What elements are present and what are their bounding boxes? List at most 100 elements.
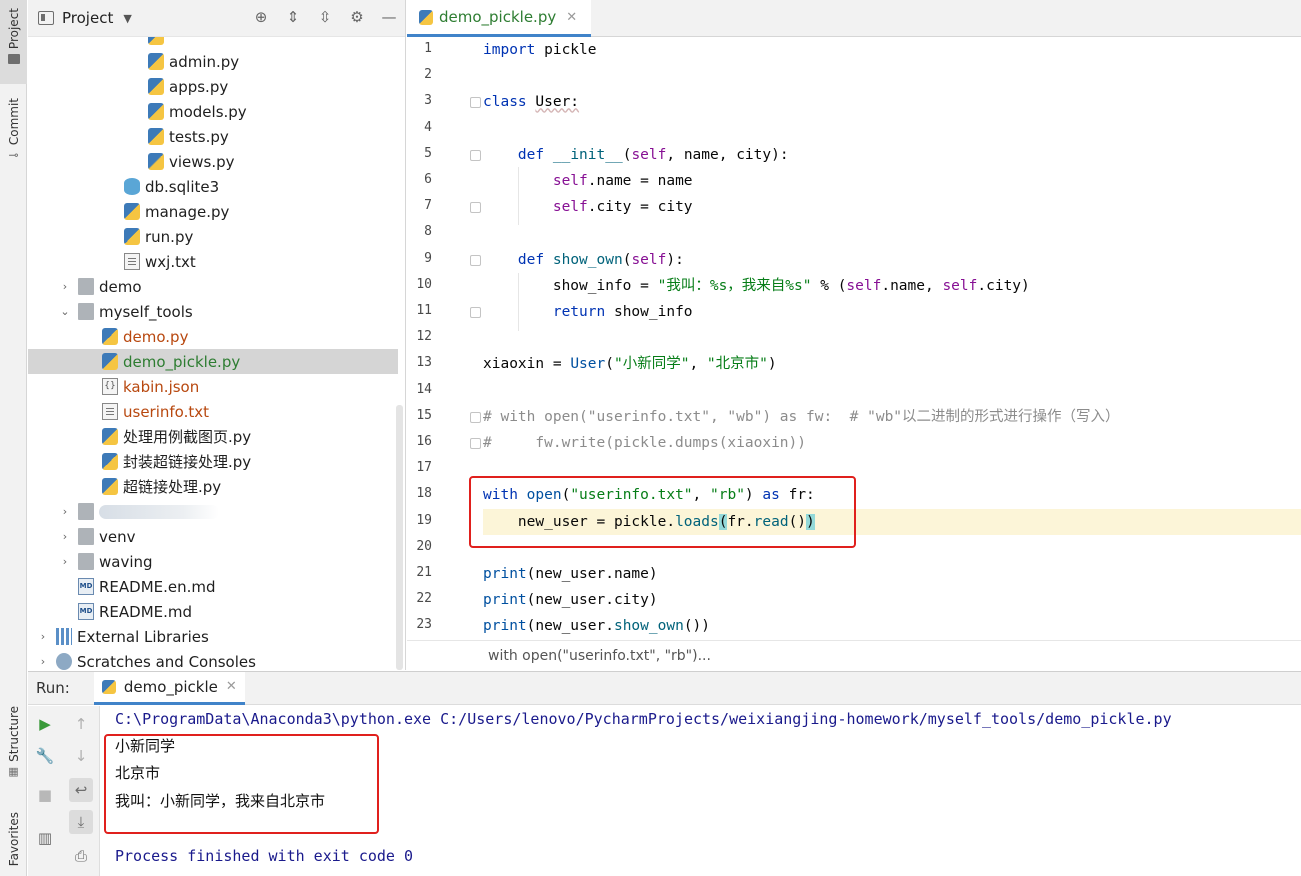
- code-line[interactable]: import pickle: [483, 37, 1301, 63]
- wrench-icon[interactable]: 🔧: [33, 744, 57, 768]
- tree-item[interactable]: apps.py: [28, 74, 398, 99]
- commit-tool-label: Commit: [6, 98, 21, 146]
- code-line[interactable]: print(new_user.city): [483, 587, 1301, 613]
- tree-item[interactable]: {} kabin.json: [28, 374, 398, 399]
- code-line[interactable]: self.name = name: [483, 168, 1301, 194]
- collapse-all-icon[interactable]: ⇳: [316, 8, 334, 26]
- code-area[interactable]: import pickle class User: def __init__(se…: [483, 37, 1301, 637]
- json-file-icon: {}: [102, 378, 118, 395]
- rerun-icon[interactable]: ▶: [33, 712, 57, 736]
- code-line[interactable]: [483, 378, 1301, 404]
- line-number: 17: [416, 460, 432, 476]
- tree-item[interactable]: › venv: [28, 524, 398, 549]
- code-line[interactable]: [483, 116, 1301, 142]
- code-line[interactable]: return show_info: [483, 299, 1301, 325]
- code-line[interactable]: [483, 325, 1301, 351]
- chevron-right-icon[interactable]: ›: [36, 655, 50, 668]
- tree-item[interactable]: MD README.md: [28, 599, 398, 624]
- tree-item[interactable]: wxj.txt: [28, 249, 398, 274]
- chevron-right-icon[interactable]: ›: [58, 280, 72, 293]
- database-icon: [124, 178, 140, 195]
- hide-icon[interactable]: —: [380, 8, 398, 26]
- fold-marker-icon[interactable]: [470, 202, 481, 214]
- fold-marker-icon[interactable]: [470, 307, 481, 318]
- tree-item[interactable]: models.py: [28, 99, 398, 124]
- tree-item[interactable]: manage.py: [28, 199, 398, 224]
- fold-marker-icon[interactable]: [470, 438, 481, 449]
- folder-icon: [78, 503, 94, 520]
- code-line[interactable]: # fw.write(pickle.dumps(xiaoxin)): [483, 430, 1301, 456]
- run-tab-demo-pickle[interactable]: demo_pickle ✕: [93, 671, 245, 705]
- code-line[interactable]: [483, 63, 1301, 89]
- chevron-right-icon[interactable]: ›: [58, 505, 72, 518]
- project-panel-title[interactable]: Project: [62, 9, 113, 27]
- tree-item[interactable]: views.py: [28, 149, 398, 174]
- close-icon[interactable]: ✕: [566, 10, 577, 25]
- project-tool-button[interactable]: Project: [0, 0, 27, 84]
- editor-breadcrumb[interactable]: with open("userinfo.txt", "rb")...: [407, 640, 1301, 670]
- gear-icon[interactable]: ⚙: [348, 8, 366, 26]
- stop-icon[interactable]: ■: [33, 783, 57, 807]
- fold-marker-icon[interactable]: [470, 411, 481, 423]
- print-icon[interactable]: ⎙: [69, 844, 93, 868]
- run-console[interactable]: C:\ProgramData\Anaconda3\python.exe C:/U…: [115, 706, 1301, 876]
- chevron-right-icon[interactable]: ›: [58, 530, 72, 543]
- fold-marker-icon[interactable]: [470, 254, 481, 266]
- code-line[interactable]: def __init__(self, name, city):: [483, 142, 1301, 168]
- close-icon[interactable]: ✕: [226, 679, 237, 694]
- tree-item[interactable]: › Scratches and Consoles: [28, 649, 398, 670]
- code-line[interactable]: show_info = "我叫：%s，我来自%s" % (self.name, …: [483, 273, 1301, 299]
- chevron-down-icon[interactable]: ⌄: [58, 305, 72, 318]
- locate-icon[interactable]: ⊕: [252, 8, 270, 26]
- fold-marker-icon[interactable]: [470, 97, 481, 109]
- tree-item[interactable]: admin.py: [28, 49, 398, 74]
- layout-icon[interactable]: ▥: [33, 826, 57, 850]
- tree-item[interactable]: tests.py: [28, 124, 398, 149]
- code-line[interactable]: print(new_user.name): [483, 561, 1301, 587]
- code-line[interactable]: self.city = city: [483, 194, 1301, 220]
- code-line[interactable]: class User:: [483, 89, 1301, 115]
- tree-item[interactable]: run.py: [28, 224, 398, 249]
- code-line[interactable]: [483, 456, 1301, 482]
- chevron-right-icon[interactable]: ›: [36, 630, 50, 643]
- editor-tab-demo-pickle[interactable]: demo_pickle.py ✕: [407, 0, 592, 37]
- code-line[interactable]: [483, 220, 1301, 246]
- soft-wrap-icon[interactable]: ↩: [69, 778, 93, 802]
- tree-item[interactable]: MD README.en.md: [28, 574, 398, 599]
- commit-tool-button[interactable]: Commit ⊸: [0, 98, 27, 178]
- code-line[interactable]: def show_own(self):: [483, 247, 1301, 273]
- scroll-to-end-icon[interactable]: ⤓: [69, 810, 93, 834]
- tree-item-label: demo_pickle.py: [123, 352, 241, 371]
- tree-item[interactable]: demo_pickle.py: [28, 349, 398, 374]
- code-line[interactable]: print(new_user.show_own()): [483, 613, 1301, 639]
- code-line[interactable]: new_user = pickle.loads(fr.read()): [483, 508, 1301, 535]
- fold-marker-icon[interactable]: [470, 149, 481, 161]
- arrow-up-icon[interactable]: ↑: [69, 712, 93, 736]
- code-line[interactable]: # with open("userinfo.txt", "wb") as fw:…: [483, 404, 1301, 430]
- tree-item[interactable]: › External Libraries: [28, 624, 398, 649]
- tree-item[interactable]: 处理用例截图页.py: [28, 424, 398, 449]
- code-line[interactable]: xiaoxin = User("小新同学", "北京市"): [483, 351, 1301, 377]
- tree-item[interactable]: userinfo.txt: [28, 399, 398, 424]
- tree-item[interactable]: › waving: [28, 549, 398, 574]
- favorites-tool-button[interactable]: Favorites: [0, 812, 27, 876]
- folder-icon: [78, 553, 94, 570]
- expand-all-icon[interactable]: ⇕: [284, 8, 302, 26]
- structure-tool-button[interactable]: Structure ▦: [0, 706, 27, 792]
- tree-item[interactable]: 超链接处理.py: [28, 474, 398, 499]
- tree-item-label: kabin.json: [123, 377, 200, 396]
- arrow-down-icon[interactable]: ↓: [69, 744, 93, 768]
- chevron-down-icon[interactable]: ▼: [123, 12, 131, 25]
- chevron-right-icon[interactable]: ›: [58, 555, 72, 568]
- project-tree-scrollbar[interactable]: [396, 405, 403, 670]
- tree-item[interactable]: demo.py: [28, 324, 398, 349]
- code-line[interactable]: with open("userinfo.txt", "rb") as fr:: [483, 482, 1301, 508]
- tree-item[interactable]: 封装超链接处理.py: [28, 449, 398, 474]
- line-number: 9: [424, 250, 432, 266]
- tree-item[interactable]: ›: [28, 499, 398, 524]
- tree-item[interactable]: › demo: [28, 274, 398, 299]
- tree-item[interactable]: ⌄ myself_tools: [28, 299, 398, 324]
- tree-item-label: 封装超链接处理.py: [123, 453, 252, 471]
- tree-item[interactable]: db.sqlite3: [28, 174, 398, 199]
- code-line[interactable]: [483, 535, 1301, 561]
